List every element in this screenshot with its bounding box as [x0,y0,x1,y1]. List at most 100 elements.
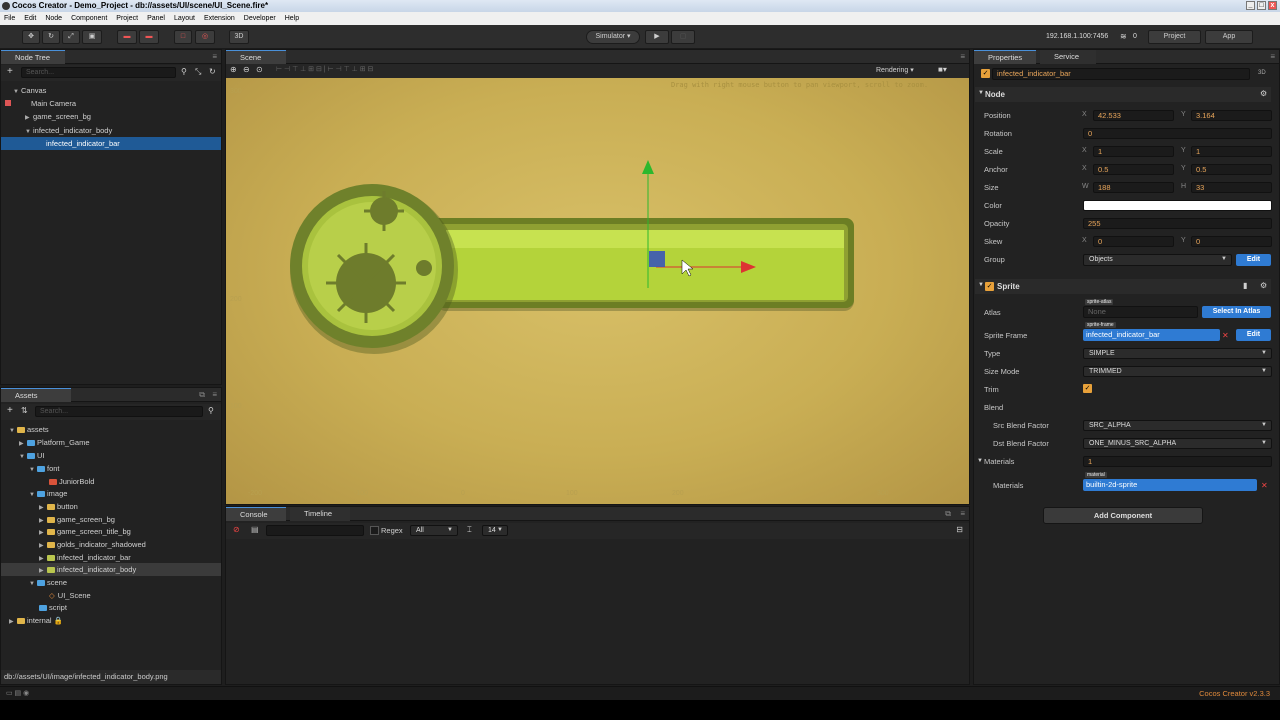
stop-button[interactable]: ▢ [671,30,695,44]
pivot-local-icon[interactable]: ▬ [117,30,137,44]
expand-arrow-icon[interactable]: ▶ [9,616,17,629]
asset-item-font[interactable]: ▼ font [29,462,60,475]
add-asset-icon[interactable]: + [7,405,13,416]
rotation-input[interactable]: 0 [1083,128,1272,139]
menu-developer[interactable]: Developer [244,12,276,25]
tab-assets[interactable]: Assets [1,388,71,402]
group-edit-button[interactable]: Edit [1236,254,1271,266]
help-doc-icon[interactable]: ▮ [1243,281,1247,290]
panel-menu-icon[interactable]: ≡ [212,390,217,399]
menu-edit[interactable]: Edit [24,12,36,25]
search-icon[interactable]: ⚲ [208,406,214,415]
popout-icon[interactable]: ⧉ [199,390,205,400]
collapse-arrow-icon[interactable]: ▼ [977,458,983,464]
skew-y-input[interactable]: 0 [1191,236,1272,247]
expand-arrow-icon[interactable]: ▼ [29,464,37,477]
mode-3d-label[interactable]: 3D [1258,70,1266,76]
sprite-frame-input[interactable]: infected_indicator_bar [1083,329,1220,341]
clear-icon[interactable]: ✕ [1261,481,1268,490]
size-height-input[interactable]: 33 [1191,182,1272,193]
open-log-icon[interactable]: ▤ [251,525,259,534]
asset-search-input[interactable]: Search... [35,406,203,417]
opacity-input[interactable]: 255 [1083,218,1272,229]
scale-x-input[interactable]: 1 [1093,146,1174,157]
gizmo-global-icon[interactable]: ◎ [195,30,215,44]
position-y-input[interactable]: 3.164 [1191,110,1272,121]
collapse-icon[interactable]: ⤡ [195,67,201,77]
align-tools-icon[interactable]: ⊢ ⊣ ⊤ ⊥ ⊞ ⊟ | ⊢ ⊣ ⊤ ⊥ ⊞ ⊟ [276,65,373,73]
menu-extension[interactable]: Extension [204,12,235,25]
menu-project[interactable]: Project [116,12,138,25]
tab-console[interactable]: Console [226,507,286,521]
play-button[interactable]: ▶ [645,30,669,44]
tab-timeline[interactable]: Timeline [290,507,350,521]
popout-icon[interactable]: ⧉ [945,509,951,519]
anchor-x-input[interactable]: 0.5 [1093,164,1174,175]
trim-checkbox[interactable]: ✓ [1083,384,1092,393]
asset-item-game-screen-title-bg[interactable]: ▶ game_screen_title_bg [39,525,131,538]
font-size-select[interactable]: 14 [482,525,508,536]
asset-item-image[interactable]: ▼ image [29,487,67,500]
collapse-icon[interactable]: ⊟ [956,525,963,534]
asset-item-button[interactable]: ▶ button [39,500,78,513]
sprite-frame-edit-button[interactable]: Edit [1236,329,1271,341]
tree-item-infected-indicator-bar[interactable]: infected_indicator_bar [1,137,221,150]
asset-item-assets[interactable]: ▼ assets [9,423,49,436]
tab-scene[interactable]: Scene [226,50,286,64]
tree-item-infected-indicator-body[interactable]: ▼ infected_indicator_body [25,124,221,137]
clear-console-icon[interactable]: ⊘ [233,525,240,534]
tab-properties[interactable]: Properties [974,50,1036,64]
panel-menu-icon[interactable]: ≡ [212,52,217,61]
panel-menu-icon[interactable]: ≡ [1270,52,1275,61]
expand-arrow-icon[interactable]: ▼ [19,451,27,464]
log-level-select[interactable]: All [410,525,458,536]
close-icon[interactable]: x [1268,1,1277,10]
add-component-button[interactable]: Add Component [1043,507,1203,524]
position-x-input[interactable]: 42.533 [1093,110,1174,121]
sprite-enabled-checkbox[interactable]: ✓ [985,282,994,291]
rendering-dropdown[interactable]: Rendering ▾ [876,66,914,74]
color-picker-swatch[interactable] [1083,200,1272,211]
rect-tool-icon[interactable]: ▣ [82,30,102,44]
asset-item-script[interactable]: script [39,601,67,614]
atlas-input[interactable]: None [1083,306,1198,318]
open-app-button[interactable]: App [1205,30,1253,44]
asset-item-infected-indicator-body[interactable]: ▶ infected_indicator_body [1,563,221,576]
clear-icon[interactable]: ✕ [1222,331,1229,340]
group-select[interactable]: Objects [1083,254,1232,266]
panel-menu-icon[interactable]: ≡ [960,52,965,61]
asset-item-golds-indicator[interactable]: ▶ golds_indicator_shadowed [39,538,146,551]
mode-3d-button[interactable]: 3D [229,30,249,44]
camera-icon[interactable]: ■▾ [938,65,947,74]
dst-blend-select[interactable]: ONE_MINUS_SRC_ALPHA [1083,438,1272,449]
regex-checkbox[interactable] [370,526,379,535]
size-mode-select[interactable]: TRIMMED [1083,366,1272,377]
scene-viewport[interactable]: Drag with right mouse button to pan view… [226,78,970,505]
menu-help[interactable]: Help [285,12,299,25]
menu-panel[interactable]: Panel [147,12,165,25]
expand-arrow-icon[interactable]: ▼ [29,578,37,591]
y-axis-handle-icon[interactable] [642,160,654,174]
sort-icon[interactable]: ⇅ [21,406,28,415]
panel-menu-icon[interactable]: ≡ [960,509,965,518]
menu-node[interactable]: Node [45,12,62,25]
asset-item-internal[interactable]: ▶ internal 🔒 [9,614,63,627]
simulator-dropdown[interactable]: Simulator ▾ [586,30,640,44]
tab-service[interactable]: Service [1040,50,1096,64]
infected-indicator-graphic[interactable] [226,78,970,505]
menu-component[interactable]: Component [71,12,107,25]
collapse-arrow-icon[interactable]: ▼ [978,282,984,288]
search-icon[interactable]: ⚲ [181,67,187,76]
collapse-arrow-icon[interactable]: ▼ [978,90,984,96]
expand-arrow-icon[interactable]: ▼ [9,425,17,438]
zoom-out-icon[interactable]: ⊖ [243,65,250,74]
tree-item-canvas[interactable]: ▼ Canvas [13,84,221,97]
settings-gear-icon[interactable]: ⚙ [1260,89,1267,98]
skew-x-input[interactable]: 0 [1093,236,1174,247]
zoom-in-icon[interactable]: ⊕ [230,65,237,74]
tab-node-tree[interactable]: Node Tree [1,50,65,64]
minimize-icon[interactable]: _ [1246,1,1255,10]
anchor-y-input[interactable]: 0.5 [1191,164,1272,175]
menu-layout[interactable]: Layout [174,12,195,25]
sprite-section-header[interactable]: Sprite [975,279,1271,294]
